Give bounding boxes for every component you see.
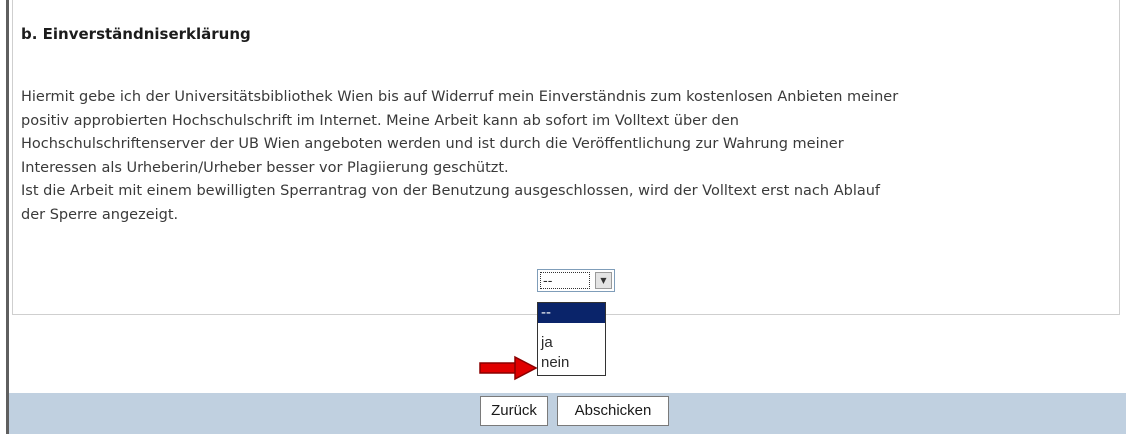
consent-text-line: positiv approbierten Hochschulschrift im… [21,112,739,129]
page-left-border [6,0,9,434]
back-button[interactable]: Zurück [480,396,548,426]
consent-text: Hiermit gebe ich der Universitätsbibliot… [21,86,1111,227]
chevron-down-icon[interactable]: ▼ [595,272,612,289]
consent-select-value: -- [540,272,590,289]
submit-button[interactable]: Abschicken [557,396,669,426]
consent-text-line: der Sperre angezeigt. [21,206,179,223]
red-arrow-icon [479,355,537,381]
consent-panel: b. Einverständniserklärung Hiermit gebe … [12,0,1120,315]
consent-text-line: Interessen als Urheberin/Urheber besser … [21,159,509,176]
section-heading: b. Einverständniserklärung [21,25,251,43]
option-none[interactable]: -- [538,303,605,323]
dropdown-gap [538,323,605,333]
consent-text-line: Hiermit gebe ich der Universitätsbibliot… [21,89,899,105]
consent-select-dropdown: -- ja nein [537,302,606,376]
consent-text-line: Ist die Arbeit mit einem bewilligten Spe… [21,183,881,199]
option-nein[interactable]: nein [538,353,605,373]
consent-select[interactable]: -- ▼ [537,269,615,292]
consent-text-line: Hochschulschriftenserver der UB Wien ang… [21,136,844,152]
option-ja[interactable]: ja [538,333,605,353]
